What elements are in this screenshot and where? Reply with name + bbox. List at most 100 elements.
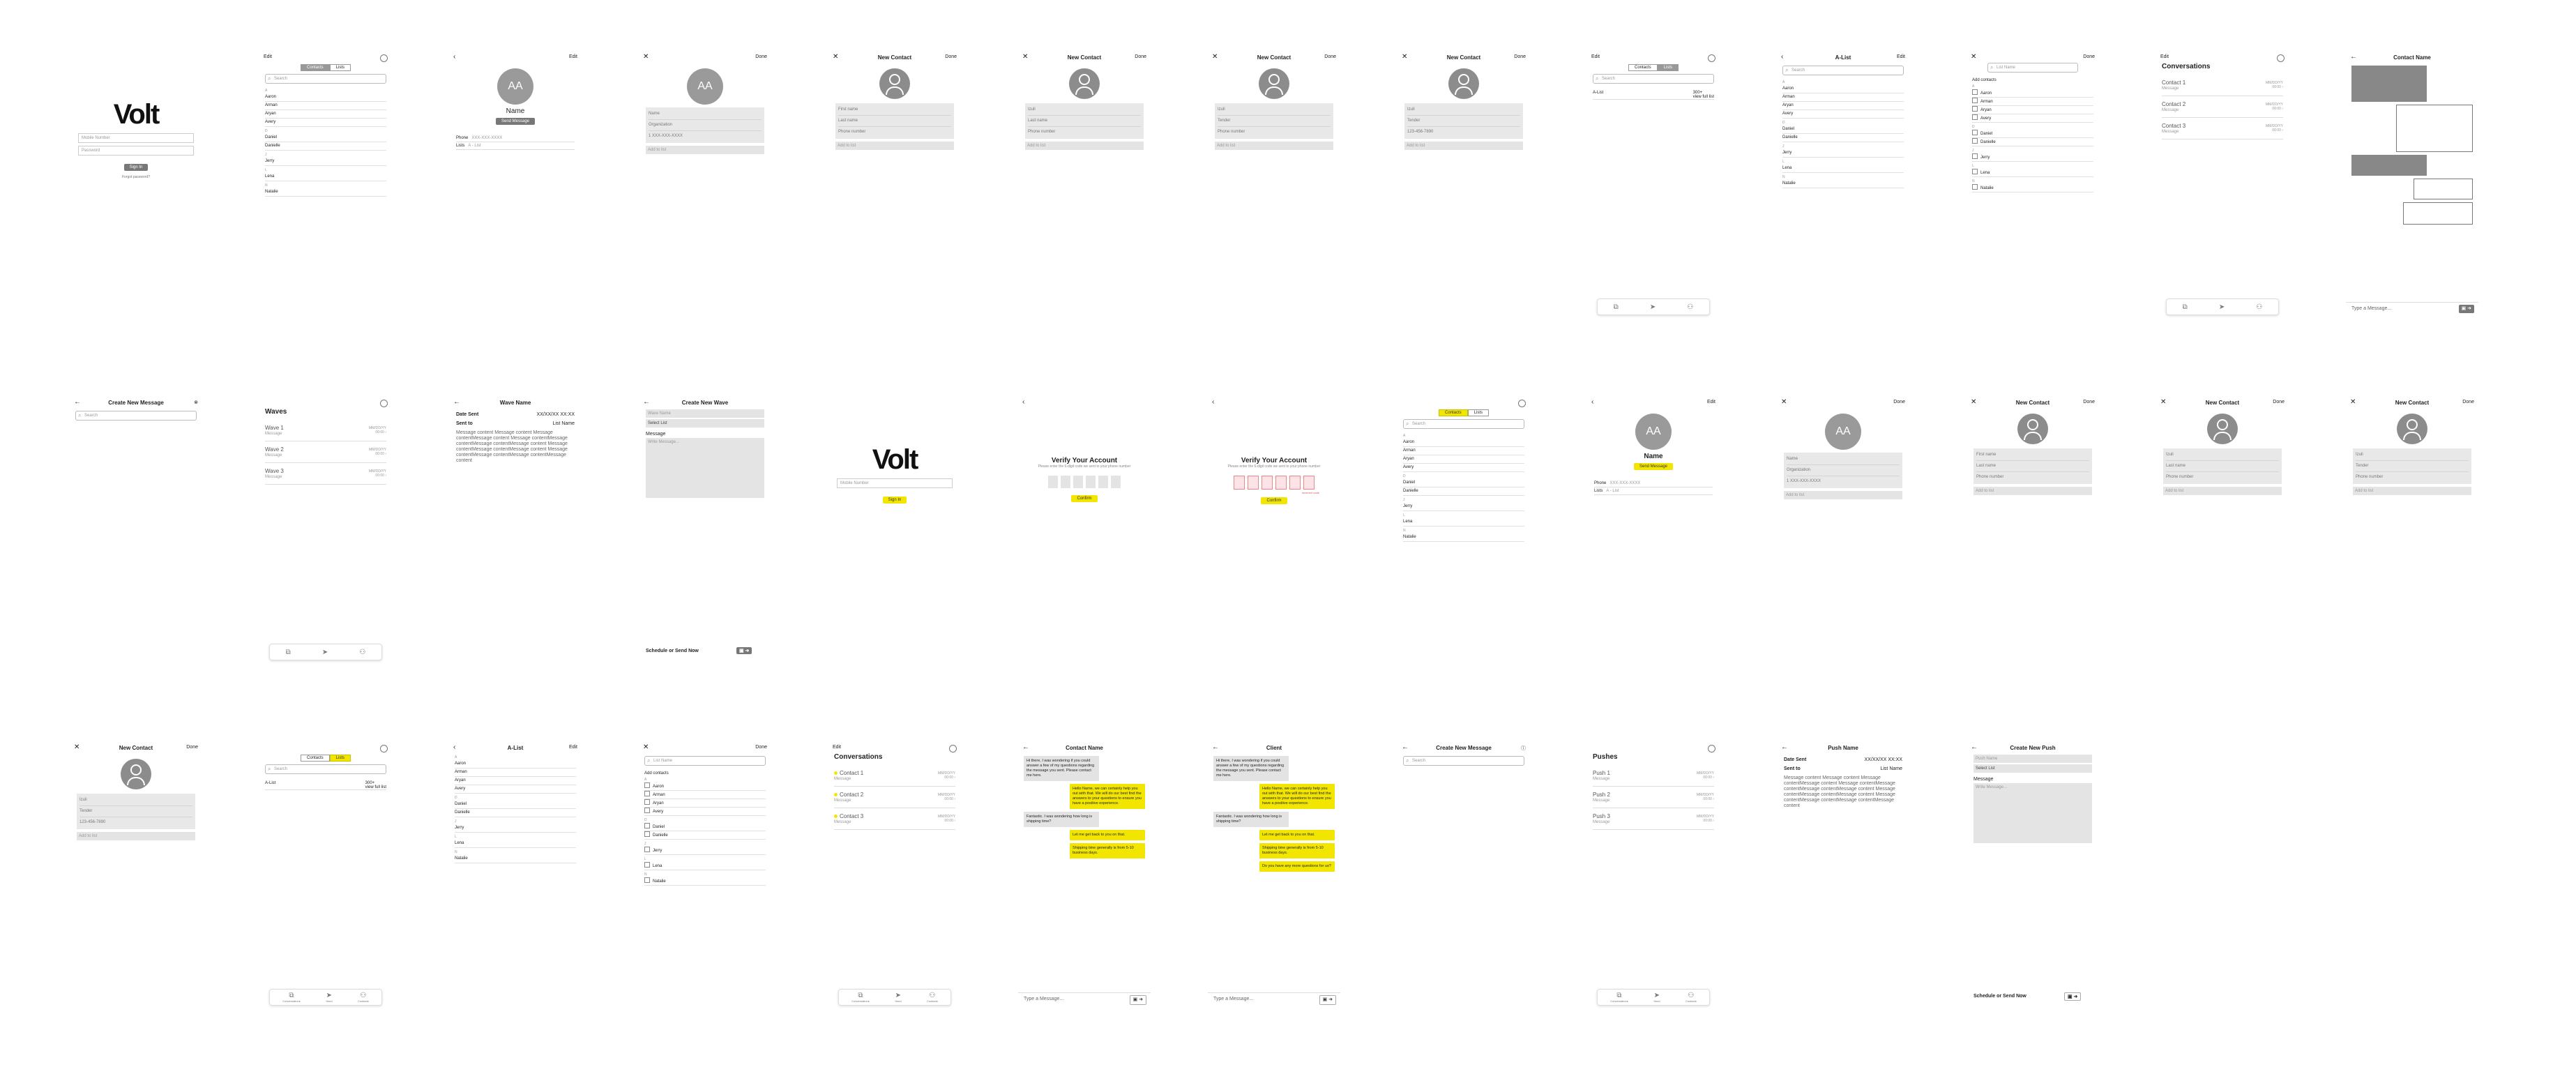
list-item[interactable]: Natalie	[1403, 534, 1524, 542]
list-item[interactable]: Avery	[455, 785, 576, 794]
checkbox-list[interactable]: A Aaron Arman Aryan Avery D Daniel Danielle J Jer…	[644, 775, 766, 886]
tab-item[interactable]: ⚇ Contacts	[358, 992, 369, 1003]
push-list[interactable]: Push 1 Message MM/DD/YY 00:00 › Push 2 Messag…	[1593, 765, 1714, 830]
list-item[interactable]: Lena	[644, 862, 766, 870]
list-item[interactable]: Wave 2 Message MM/DD/YY 00:00 ›	[265, 441, 386, 463]
list-item[interactable]: Avery	[265, 119, 386, 127]
conversation-list[interactable]: Contact 1 Message MM/DD/YY 00:00 › Contact 2…	[2162, 75, 2283, 139]
list-item[interactable]: Natalie	[265, 188, 386, 197]
list-item[interactable]: Arman	[1972, 98, 2093, 106]
code-input[interactable]	[1208, 476, 1340, 490]
list-item[interactable]: Natalie	[1782, 180, 1904, 188]
list-item[interactable]: Aaron	[1972, 89, 2093, 98]
list-item[interactable]: Aryan	[1972, 106, 2093, 114]
close-icon[interactable]: ✕	[1781, 398, 1787, 406]
edit-link[interactable]: Edit	[264, 54, 272, 59]
password-input[interactable]: Password	[78, 146, 194, 156]
send-message-button[interactable]: Send Message	[1633, 463, 1674, 470]
contact-form[interactable]: First name Last name Phone number	[1973, 448, 2092, 484]
message-input[interactable]: Write Message...	[1973, 783, 2092, 843]
edit-link[interactable]: Edit	[1897, 54, 1905, 59]
add-to-list[interactable]: Add to list	[1025, 142, 1144, 150]
tab-item[interactable]: ⚇ Contacts	[927, 992, 938, 1003]
tab-bar[interactable]: ⧉ Conversations ➤ Send ⚇ Contacts	[269, 989, 382, 1006]
list-item[interactable]: Jerry	[455, 824, 576, 833]
done-link[interactable]: Done	[2273, 400, 2285, 404]
list-item[interactable]: Jerry	[1972, 153, 2093, 162]
contact-form[interactable]: Izuli Tender 123-456-7890	[1404, 103, 1523, 139]
edit-link[interactable]: Edit	[2160, 54, 2169, 59]
mobile-input[interactable]: Mobile Number	[78, 133, 194, 143]
contact-form[interactable]: Name Organization 1 XXX-XXX-XXXX	[646, 107, 764, 143]
list-item[interactable]: Daniel	[644, 823, 766, 831]
settings-icon[interactable]	[1708, 745, 1715, 754]
list-item[interactable]: Contact 3 Message MM/DD/YY 00:00 ›	[834, 808, 955, 830]
list-item[interactable]: Aryan	[1782, 102, 1904, 110]
list-item[interactable]: Arman	[455, 769, 576, 777]
back-icon[interactable]: ‹	[1022, 398, 1024, 406]
close-icon[interactable]: ✕	[643, 53, 649, 61]
done-link[interactable]: Done	[2083, 54, 2095, 59]
add-to-list[interactable]: Add to list	[2353, 487, 2471, 495]
add-to-list[interactable]: Add to list	[835, 142, 954, 150]
compose-field[interactable]: Type a Message... ▣ ➜	[2346, 302, 2478, 315]
list-item[interactable]: Aryan	[1403, 455, 1524, 464]
compose-field[interactable]: Type a Message... ▣ ➜	[1208, 992, 1340, 1006]
tab-item[interactable]: ➤ Send	[1653, 992, 1660, 1003]
tab-bar[interactable]: ⧉ ➤ ⚇	[1597, 298, 1710, 315]
list-item[interactable]: Danielle	[455, 809, 576, 817]
done-link[interactable]: Done	[1135, 54, 1146, 59]
contact-form[interactable]: Name Organization 1 XXX-XXX-XXXX	[1784, 453, 1902, 488]
list-item[interactable]: Lena	[265, 173, 386, 181]
tab-lists[interactable]: Lists	[329, 755, 351, 762]
add-to-list[interactable]: Add to list	[77, 832, 195, 840]
done-link[interactable]: Done	[755, 745, 767, 750]
tab-item[interactable]: ⧉ Conversations	[851, 992, 870, 1003]
list-item[interactable]: Lena	[1403, 518, 1524, 527]
list-item[interactable]: Danielle	[1782, 134, 1904, 142]
settings-icon[interactable]	[380, 54, 388, 63]
list-item[interactable]: Lena	[1972, 169, 2093, 177]
back-icon[interactable]: ‹	[1591, 398, 1593, 406]
list-item[interactable]: Lena	[455, 840, 576, 848]
search-input[interactable]: Search	[265, 764, 386, 774]
tab-lists[interactable]: Lists	[1657, 64, 1679, 71]
confirm-button[interactable]: Confirm	[1071, 495, 1098, 502]
list-item[interactable]: Contact 2 Message MM/DD/YY 00:00 ›	[834, 787, 955, 808]
settings-icon[interactable]	[949, 745, 957, 754]
contact-form[interactable]: Izuli Tender Phone number	[2353, 448, 2471, 484]
list-row[interactable]: A-List 300+ view full list	[1593, 91, 1714, 100]
list-item[interactable]: Jerry	[265, 158, 386, 166]
list-item[interactable]: Jerry	[644, 847, 766, 855]
list-item[interactable]: Danielle	[1972, 138, 2093, 146]
add-to-list[interactable]: Add to list	[1404, 142, 1523, 150]
list-item[interactable]: Arman	[265, 102, 386, 110]
signin-button[interactable]: Sign In	[882, 497, 907, 504]
list-item[interactable]: Push 2 Message MM/DD/YY 00:00 ›	[1593, 787, 1714, 808]
edit-link[interactable]: Edit	[1707, 400, 1715, 404]
edit-link[interactable]: Edit	[569, 54, 577, 59]
tab-item[interactable]: ➤ Send	[895, 992, 901, 1003]
list-item[interactable]: Jerry	[1403, 503, 1524, 511]
list-name-input[interactable]: List Name	[1987, 63, 2078, 73]
list-item[interactable]: Wave 3 Message MM/DD/YY 00:00 ›	[265, 463, 386, 485]
list-item[interactable]: Aryan	[455, 777, 576, 785]
contact-form[interactable]: Izuli Last name Phone number	[2163, 448, 2282, 484]
tab-bar[interactable]: ⧉ ➤ ⚇	[269, 644, 382, 660]
search-input[interactable]: Search	[1403, 756, 1524, 766]
list-item[interactable]: Danielle	[644, 831, 766, 840]
list-item[interactable]: Jerry	[1782, 149, 1904, 158]
tab-contacts[interactable]: Contacts	[300, 64, 330, 71]
tab-contacts[interactable]: Contacts	[1438, 409, 1468, 416]
list-item[interactable]: Avery	[644, 808, 766, 816]
contact-form[interactable]: First name Last name Phone number	[835, 103, 954, 139]
back-icon[interactable]: ‹	[453, 53, 455, 61]
list-row[interactable]: A-List 300+ view full list	[265, 781, 386, 790]
list-item[interactable]: Daniel	[1782, 126, 1904, 134]
tab-item[interactable]: ➤ Send	[326, 992, 332, 1003]
done-link[interactable]: Done	[2083, 400, 2095, 404]
search-input[interactable]: Search	[1403, 419, 1524, 429]
wave-name-input[interactable]: Wave Name	[646, 409, 764, 418]
list-item[interactable]: Daniel	[1403, 479, 1524, 487]
confirm-button[interactable]: Confirm	[1261, 497, 1287, 504]
